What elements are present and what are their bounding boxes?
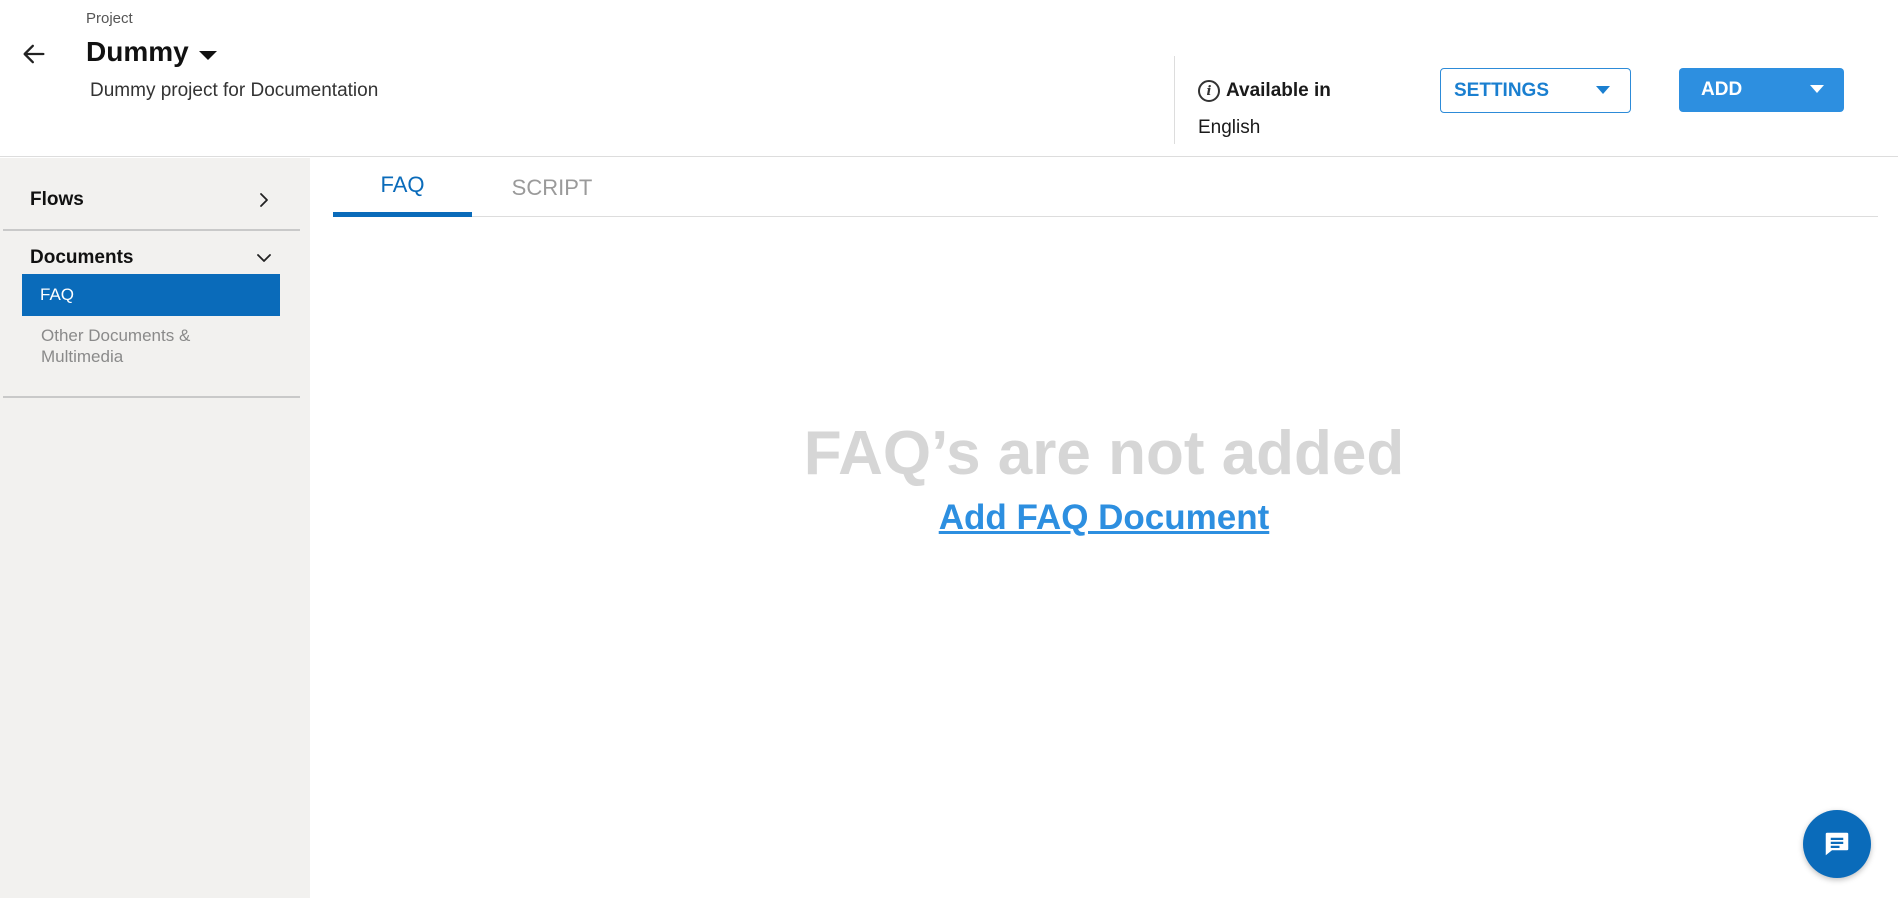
project-selector[interactable]: Dummy — [86, 36, 217, 68]
chat-button[interactable] — [1803, 810, 1871, 878]
sidebar-section-label: Flows — [30, 189, 84, 210]
tab-script[interactable]: SCRIPT — [472, 158, 632, 217]
tab-label: FAQ — [380, 172, 425, 197]
header-divider — [1174, 56, 1175, 144]
sidebar-divider — [3, 229, 300, 231]
sidebar: Flows Documents FAQ Other Documents & Mu… — [0, 158, 310, 898]
project-label: Project — [86, 10, 133, 27]
settings-button[interactable]: SETTINGS — [1440, 68, 1631, 113]
tab-bar: FAQ SCRIPT — [333, 158, 1878, 217]
sidebar-section-label: Documents — [30, 247, 134, 268]
chevron-down-icon — [257, 254, 271, 262]
project-description: Dummy project for Documentation — [90, 80, 379, 101]
add-button[interactable]: ADD — [1679, 68, 1844, 112]
caret-down-icon — [198, 50, 217, 60]
project-name: Dummy — [86, 36, 189, 67]
empty-state-title: FAQ’s are not added — [803, 419, 1405, 488]
sidebar-section-documents[interactable]: Documents — [30, 247, 272, 269]
page-header: Project Dummy Dummy project for Document… — [0, 0, 1898, 157]
chat-icon — [1825, 832, 1849, 856]
sidebar-section-flows[interactable]: Flows — [30, 189, 272, 211]
available-in-text: Available in — [1226, 80, 1331, 101]
arrow-left-icon — [23, 44, 45, 64]
empty-state-action: Add FAQ Document — [310, 498, 1898, 538]
caret-down-icon — [1810, 85, 1824, 93]
tab-faq[interactable]: FAQ — [333, 158, 472, 217]
available-language: English — [1198, 117, 1261, 138]
info-icon: i — [1198, 80, 1220, 102]
tab-label: SCRIPT — [511, 174, 593, 200]
sidebar-divider — [3, 396, 300, 398]
settings-button-label: SETTINGS — [1454, 79, 1550, 101]
caret-down-icon — [1596, 86, 1610, 94]
sidebar-item-label: Other Documents & Multimedia — [41, 326, 191, 366]
sidebar-item-other-documents[interactable]: Other Documents & Multimedia — [41, 325, 261, 367]
add-faq-document-link[interactable]: Add FAQ Document — [939, 498, 1270, 537]
add-button-label: ADD — [1701, 79, 1743, 100]
sidebar-item-faq[interactable]: FAQ — [22, 274, 280, 316]
chevron-right-icon — [260, 193, 268, 207]
available-in-label: i Available in — [1198, 80, 1331, 102]
back-button[interactable] — [16, 36, 52, 72]
sidebar-item-label: FAQ — [40, 285, 75, 304]
